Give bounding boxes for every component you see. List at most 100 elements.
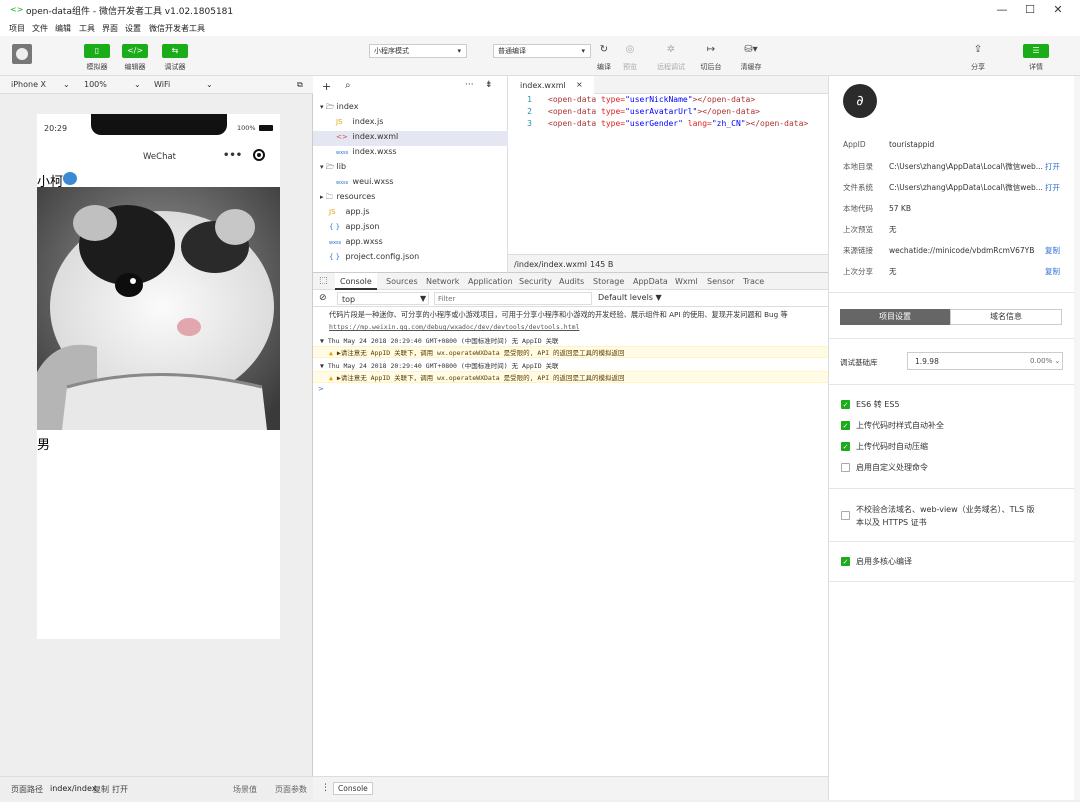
file-index-wxml[interactable]: <> index.wxml — [313, 131, 508, 146]
compile-mode-select[interactable]: 普通编译 ▾ — [493, 44, 591, 58]
tab-application[interactable]: Application — [468, 277, 513, 286]
file-project-config[interactable]: { } project.config.json — [329, 252, 419, 261]
console-filter-input[interactable] — [434, 292, 592, 305]
checkbox-unchecked-icon[interactable] — [841, 463, 850, 472]
clear-cache-button[interactable]: 清缓存 — [736, 62, 766, 72]
open-path-link[interactable]: 打开 — [112, 784, 128, 795]
copy-source-link[interactable]: 复制 — [1045, 245, 1060, 256]
close-tab-icon[interactable]: × — [576, 80, 583, 89]
menu-edit[interactable]: 编辑 — [55, 23, 71, 34]
menu-project[interactable]: 项目 — [9, 23, 25, 34]
detach-window-icon[interactable]: ⧉ — [297, 80, 303, 90]
editor-toggle-icon[interactable]: </> — [122, 44, 148, 58]
preview-button[interactable]: 预览 — [618, 62, 642, 72]
file-weui-wxss[interactable]: wxss weui.wxss — [336, 177, 393, 186]
tab-domain-info[interactable]: 域名信息 — [950, 309, 1062, 325]
dropdown-icon[interactable]: ⌄ — [134, 80, 141, 89]
console-prompt[interactable]: > — [313, 385, 828, 393]
tab-audits[interactable]: Audits — [559, 277, 584, 286]
open-fs-link[interactable]: 打开 — [1045, 182, 1060, 193]
base-lib-select[interactable]: 1.9.98 0.00% ⌄ — [907, 352, 1063, 370]
tab-project-settings[interactable]: 项目设置 — [840, 309, 950, 325]
more-icon[interactable]: ••• — [223, 150, 242, 161]
network-select[interactable]: WiFi — [154, 80, 170, 89]
tab-storage[interactable]: Storage — [593, 277, 624, 286]
file-index-js[interactable]: JS index.js — [336, 117, 383, 126]
devtools-doc-link[interactable]: https://mp.weixin.qq.com/debug/wxadoc/de… — [313, 323, 828, 331]
page-params-button[interactable]: 页面参数 — [275, 784, 307, 795]
code-line[interactable]: 3 <open-data type="userGender" lang="zh_C… — [508, 119, 808, 128]
menu-settings[interactable]: 设置 — [125, 23, 141, 34]
search-icon[interactable]: ⌕ — [345, 80, 351, 91]
mode-select[interactable]: 小程序模式 ▾ — [369, 44, 467, 58]
checkbox-unchecked-icon[interactable] — [841, 511, 850, 520]
file-app-js[interactable]: JS app.js — [329, 207, 370, 216]
dropdown-icon[interactable]: ⌄ — [206, 80, 213, 89]
maximize-button[interactable]: ☐ — [1016, 2, 1044, 18]
tab-sources[interactable]: Sources — [386, 277, 418, 286]
open-dir-link[interactable]: 打开 — [1045, 161, 1060, 172]
tab-index-wxml[interactable]: index.wxml × — [508, 76, 594, 94]
compile-icon[interactable]: ↻ — [596, 44, 612, 55]
window-scrollbar[interactable] — [1074, 76, 1080, 800]
context-select[interactable]: top ▼ — [337, 292, 429, 305]
option-es6-to-es5[interactable]: ✓ ES6 转 ES5 — [841, 399, 900, 410]
menu-file[interactable]: 文件 — [32, 23, 48, 34]
remote-debug-button[interactable]: 远程调试 — [653, 62, 689, 72]
tab-console[interactable]: Console — [335, 273, 377, 290]
menu-view[interactable]: 界面 — [102, 23, 118, 34]
code-line[interactable]: 2 <open-data type="userAvatarUrl"></open-… — [508, 107, 760, 116]
expand-icon[interactable]: ▼ — [320, 337, 328, 345]
close-button[interactable]: ✕ — [1044, 2, 1072, 18]
tab-sensor[interactable]: Sensor — [707, 277, 734, 286]
copy-path-link[interactable]: 复制 — [93, 784, 109, 795]
folder-index[interactable]: ▾ 🗁 index — [320, 102, 358, 114]
remote-debug-icon[interactable]: ✲ — [663, 44, 679, 55]
levels-select[interactable]: Default levels ▼ — [598, 293, 662, 302]
checkbox-checked-icon[interactable]: ✓ — [841, 557, 850, 566]
tab-trace[interactable]: Trace — [743, 277, 764, 286]
drawer-tab-console[interactable]: Console — [333, 782, 373, 795]
details-icon[interactable]: ☰ — [1023, 44, 1049, 58]
file-index-wxss[interactable]: wxss index.wxss — [336, 147, 397, 156]
expand-icon[interactable]: ▼ — [320, 362, 328, 370]
option-multicore-compile[interactable]: ✓ 启用多核心编译 — [841, 556, 912, 567]
details-button[interactable]: 详情 — [1023, 62, 1049, 72]
checkbox-checked-icon[interactable]: ✓ — [841, 400, 850, 409]
tab-appdata[interactable]: AppData — [633, 277, 668, 286]
add-file-icon[interactable]: + — [322, 80, 331, 93]
option-custom-command[interactable]: 启用自定义处理命令 — [841, 462, 928, 473]
tab-security[interactable]: Security — [519, 277, 552, 286]
debugger-toggle-icon[interactable]: ⇆ — [162, 44, 188, 58]
folder-resources[interactable]: ▸ 🗀 resources — [320, 192, 375, 204]
file-app-json[interactable]: { } app.json — [329, 222, 380, 231]
file-app-wxss[interactable]: wxss app.wxss — [329, 237, 383, 246]
avatar[interactable] — [12, 44, 32, 64]
drawer-menu-icon[interactable]: ⋮ — [321, 783, 330, 793]
checkbox-checked-icon[interactable]: ✓ — [841, 421, 850, 430]
option-style-autocomplete[interactable]: ✓ 上传代码时样式自动补全 — [841, 420, 944, 431]
zoom-select[interactable]: 100% — [84, 80, 107, 89]
menu-tools[interactable]: 工具 — [79, 23, 95, 34]
share-button[interactable]: 分享 — [966, 62, 990, 72]
collapse-panel-icon[interactable]: ⇟ — [485, 80, 493, 90]
folder-lib[interactable]: ▾ 🗁 lib — [320, 162, 346, 174]
dropdown-icon[interactable]: ⌄ — [63, 80, 70, 89]
clear-console-icon[interactable]: ⊘ — [319, 293, 327, 303]
clear-cache-icon[interactable]: ⛁▾ — [740, 44, 762, 55]
compile-button[interactable]: 编译 — [592, 62, 616, 72]
close-miniprogram-icon[interactable] — [253, 149, 265, 161]
scene-button[interactable]: 场景值 — [233, 784, 257, 795]
simulator-toggle-icon[interactable]: ▯ — [84, 44, 110, 58]
menu-wechat-devtools[interactable]: 微信开发者工具 — [149, 23, 205, 34]
more-icon[interactable]: ··· — [465, 80, 474, 90]
minimize-button[interactable]: — — [988, 2, 1016, 18]
share-icon[interactable]: ⇪ — [970, 44, 986, 55]
device-select[interactable]: iPhone X — [11, 80, 46, 89]
checkbox-checked-icon[interactable]: ✓ — [841, 442, 850, 451]
background-button[interactable]: 切后台 — [697, 62, 725, 72]
tab-wxml[interactable]: Wxml — [675, 277, 698, 286]
inspect-icon[interactable]: ⬚ — [319, 276, 328, 286]
copy-share-link[interactable]: 复制 — [1045, 266, 1060, 277]
tab-network[interactable]: Network — [426, 277, 459, 286]
